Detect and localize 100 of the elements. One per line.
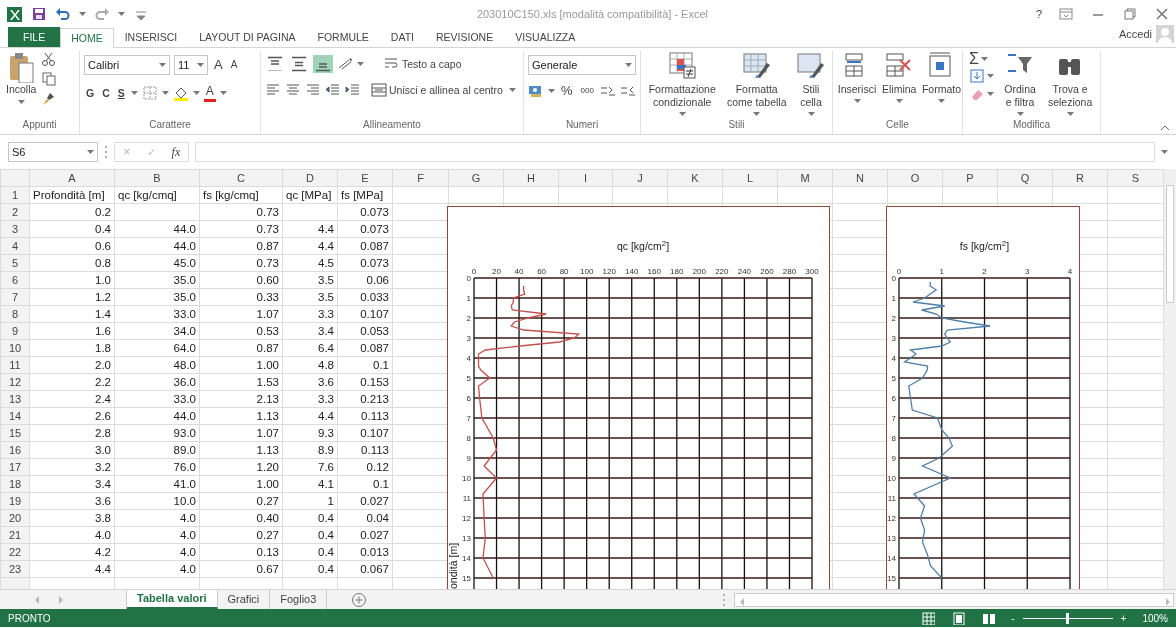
column-header[interactable]: O: [887, 169, 943, 187]
column-header[interactable]: F: [392, 169, 449, 187]
collapse-ribbon-icon[interactable]: [1160, 125, 1170, 131]
zoom-level[interactable]: 100%: [1142, 610, 1168, 626]
cells-button[interactable]: Formato: [921, 51, 962, 117]
decrease-indent-icon[interactable]: [325, 82, 341, 98]
column-header[interactable]: K: [667, 169, 723, 187]
grow-font-button[interactable]: A: [212, 57, 225, 73]
merge-center-button[interactable]: Unisci e allinea al centro: [369, 81, 505, 99]
font-size-dropdown[interactable]: 11: [174, 55, 208, 75]
column-header[interactable]: L: [722, 169, 778, 187]
tick-label: 120: [602, 267, 616, 276]
sheet-tab[interactable]: Tabella valori: [127, 590, 218, 609]
ribbon-tab[interactable]: VISUALIZZA: [504, 27, 587, 47]
number-format-dropdown[interactable]: Generale: [528, 55, 636, 75]
caret-icon: [192, 90, 200, 95]
sign-in-link[interactable]: Accedi: [1118, 25, 1152, 43]
save-icon[interactable]: [31, 6, 47, 22]
align-center-icon[interactable]: [285, 82, 301, 98]
editing-button[interactable]: Trova e seleziona: [1044, 51, 1096, 117]
undo-icon[interactable]: [55, 6, 71, 22]
accounting-icon[interactable]: [528, 83, 544, 99]
column-header[interactable]: R: [1052, 169, 1108, 187]
add-sheet-icon[interactable]: [351, 591, 368, 608]
styles-button[interactable]: Formatta come tabella: [722, 51, 791, 117]
styles-button[interactable]: Stili cella: [794, 51, 828, 117]
align-left-icon[interactable]: [265, 82, 281, 98]
table-cell: 1.07: [199, 305, 283, 323]
restore-icon[interactable]: [1122, 6, 1138, 22]
normal-view-icon[interactable]: [921, 611, 936, 625]
orientation-icon[interactable]: [337, 56, 353, 72]
redo-icon[interactable]: [94, 6, 110, 22]
fill-button[interactable]: [967, 67, 996, 85]
tick-label: 5: [891, 374, 896, 383]
copy-icon[interactable]: [41, 71, 58, 87]
formula-input[interactable]: [195, 142, 1155, 162]
paste-button[interactable]: Incolla: [4, 51, 39, 117]
align-bottom-button[interactable]: [313, 55, 333, 73]
tick-label: 40: [514, 267, 524, 276]
column-header[interactable]: P: [942, 169, 998, 187]
align-middle-button[interactable]: [289, 55, 309, 73]
table-cell: 4.8: [282, 356, 338, 374]
cut-icon[interactable]: [41, 51, 58, 67]
column-header[interactable]: D: [282, 169, 338, 187]
insert-function-button[interactable]: fx: [171, 143, 181, 161]
ribbon-tab[interactable]: LAYOUT DI PAGINA: [188, 27, 307, 47]
font-name-dropdown[interactable]: Calibri: [84, 55, 170, 75]
column-header[interactable]: H: [503, 169, 559, 187]
align-top-button[interactable]: [265, 55, 285, 73]
ribbon-tab[interactable]: DATI: [379, 27, 425, 47]
editing-button[interactable]: Ordina e filtra: [999, 51, 1042, 117]
column-header[interactable]: I: [558, 169, 613, 187]
ribbon-tab[interactable]: INSERISCI: [113, 27, 189, 47]
underline-button[interactable]: S: [115, 84, 127, 101]
increase-indent-icon[interactable]: [345, 82, 361, 98]
column-header[interactable]: C: [199, 169, 283, 187]
page-layout-icon[interactable]: [951, 611, 966, 625]
zoom-in-button[interactable]: +: [1120, 610, 1127, 626]
table-cell: 0.013: [337, 543, 393, 561]
cells-button[interactable]: Inserisci: [837, 51, 877, 117]
zoom-thumb[interactable]: [1065, 612, 1069, 624]
horizontal-scrollbar[interactable]: [734, 592, 1174, 607]
ribbon-tab[interactable]: FORMULE: [306, 27, 380, 47]
wrap-text-button[interactable]: Testo a capo: [382, 55, 464, 73]
autosum-button[interactable]: Σ: [967, 51, 996, 67]
column-header[interactable]: G: [448, 169, 504, 187]
thousands-button[interactable]: 000: [578, 83, 596, 99]
column-header[interactable]: J: [612, 169, 668, 187]
ribbon-options-icon[interactable]: [1058, 6, 1074, 22]
bold-button[interactable]: G: [84, 84, 97, 101]
ribbon-tab[interactable]: REVISIONE: [424, 27, 505, 47]
column-header[interactable]: E: [337, 169, 393, 187]
shrink-font-button[interactable]: A: [228, 57, 240, 73]
styles-button[interactable]: Formattazione condizionale: [645, 51, 720, 117]
column-header[interactable]: N: [832, 169, 888, 187]
file-tab[interactable]: FILE: [8, 27, 61, 47]
scroll-thumb[interactable]: [1166, 185, 1174, 303]
help-button[interactable]: ?: [1035, 5, 1042, 23]
table-cell: 0.1: [337, 356, 393, 374]
column-header[interactable]: M: [777, 169, 833, 187]
page-break-icon[interactable]: [981, 611, 996, 625]
vertical-scrollbar[interactable]: [1163, 169, 1176, 589]
italic-button[interactable]: C: [100, 84, 112, 101]
font-color-button[interactable]: A: [203, 83, 216, 102]
grip-icon: [722, 591, 726, 608]
close-icon[interactable]: [1154, 6, 1170, 22]
table-cell: 4.5: [282, 254, 338, 272]
percent-button[interactable]: %: [559, 83, 575, 99]
table-cell: 4.0: [114, 526, 200, 544]
zoom-out-button[interactable]: -: [1011, 610, 1015, 626]
column-header[interactable]: B: [114, 169, 200, 187]
column-header[interactable]: S: [1107, 169, 1164, 187]
ribbon-tab[interactable]: HOME: [60, 28, 114, 48]
cells-button[interactable]: Elimina: [880, 51, 919, 117]
name-box[interactable]: S6: [8, 142, 98, 162]
table-cell: 8.9: [282, 441, 338, 459]
column-header[interactable]: Q: [997, 169, 1053, 187]
column-header[interactable]: A: [29, 169, 115, 187]
table-cell: 0.087: [337, 237, 393, 255]
tick-label: 12: [462, 514, 471, 523]
